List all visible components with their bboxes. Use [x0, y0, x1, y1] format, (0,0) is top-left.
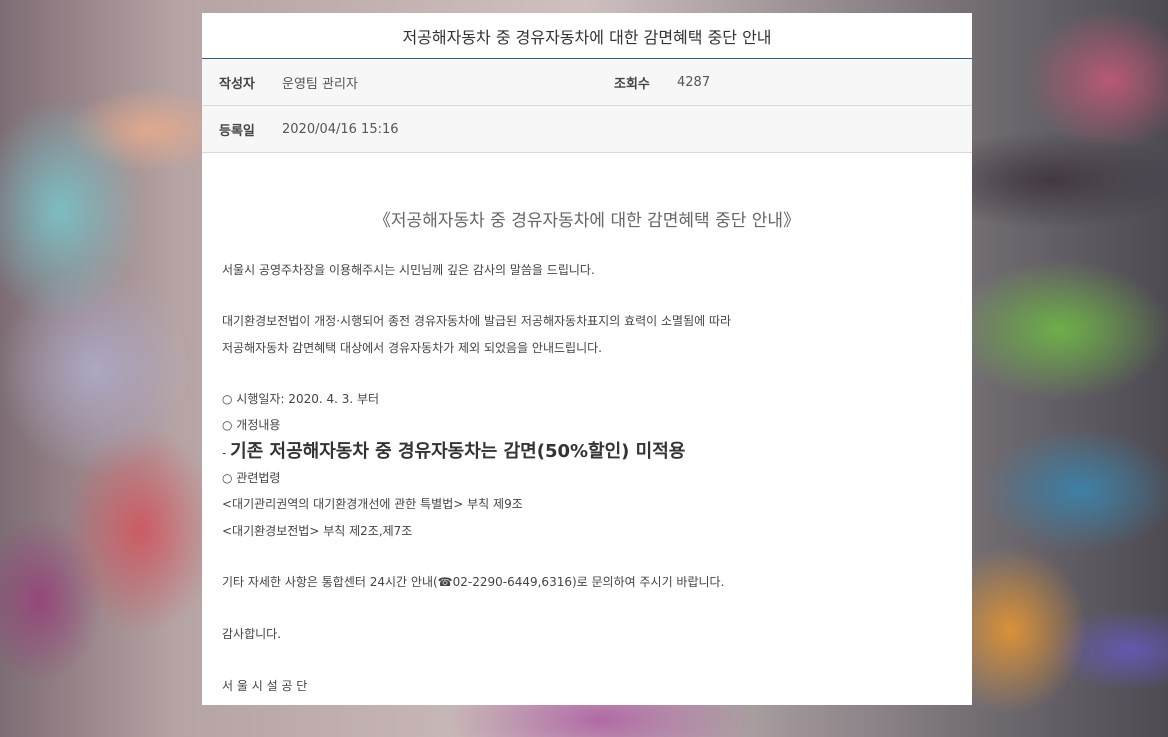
- notice-title: 저공해자동차 중 경유자동차에 대한 감면혜택 중단 안내: [402, 27, 772, 47]
- thanks-text: 감사합니다.: [222, 627, 282, 641]
- law-2: <대기환경보전법> 부칙 제2조,제7조: [222, 524, 413, 538]
- views-label: 조회수: [614, 76, 650, 92]
- revision-line: - 기존 저공해자동차 중 경유자동차는 감면(50%할인) 미적용: [222, 437, 685, 463]
- signature: 서 울 시 설 공 단: [222, 679, 308, 693]
- law-1: <대기관리권역의 대기환경개선에 관한 특별법> 부칙 제9조: [222, 497, 523, 511]
- meta-row-author: 작성자 운영팀 관리자 조회수 4287: [202, 59, 972, 106]
- effective-date: ○ 시행일자: 2020. 4. 3. 부터: [222, 392, 380, 406]
- notice-title-bar: 저공해자동차 중 경유자동차에 대한 감면혜택 중단 안내: [202, 13, 972, 59]
- revision-text: 기존 저공해자동차 중 경유자동차는 감면(50%할인) 미적용: [230, 441, 686, 462]
- date-label: 등록일: [219, 123, 255, 139]
- paragraph-line-1: 대기환경보전법이 개정·시행되어 종전 경유자동차에 발급된 저공해자동차표지의…: [222, 314, 732, 328]
- date-value: 2020/04/16 15:16: [282, 121, 399, 137]
- content-heading: 《저공해자동차 중 경유자동차에 대한 감면혜택 중단 안내》: [373, 211, 801, 231]
- greeting-text: 서울시 공영주차장을 이용해주시는 시민님께 깊은 감사의 말씀을 드립니다.: [222, 263, 595, 277]
- author-label: 작성자: [219, 76, 255, 92]
- revision-dash: -: [222, 446, 231, 460]
- notice-card: 저공해자동차 중 경유자동차에 대한 감면혜택 중단 안내 작성자 운영팀 관리…: [202, 13, 972, 705]
- author-value: 운영팀 관리자: [282, 76, 358, 92]
- paragraph-line-2: 저공해자동차 감면혜택 대상에서 경유자동차가 제외 되었음을 안내드립니다.: [222, 341, 602, 355]
- contact-info: 기타 자세한 사항은 통합센터 24시간 안내(☎02-2290-6449,63…: [222, 575, 725, 589]
- views-value: 4287: [677, 74, 711, 90]
- notice-content: 《저공해자동차 중 경유자동차에 대한 감면혜택 중단 안내》: [202, 206, 972, 231]
- meta-row-date: 등록일 2020/04/16 15:16: [202, 106, 972, 153]
- revision-label: ○ 개정내용: [222, 418, 281, 432]
- laws-label: ○ 관련법령: [222, 471, 281, 485]
